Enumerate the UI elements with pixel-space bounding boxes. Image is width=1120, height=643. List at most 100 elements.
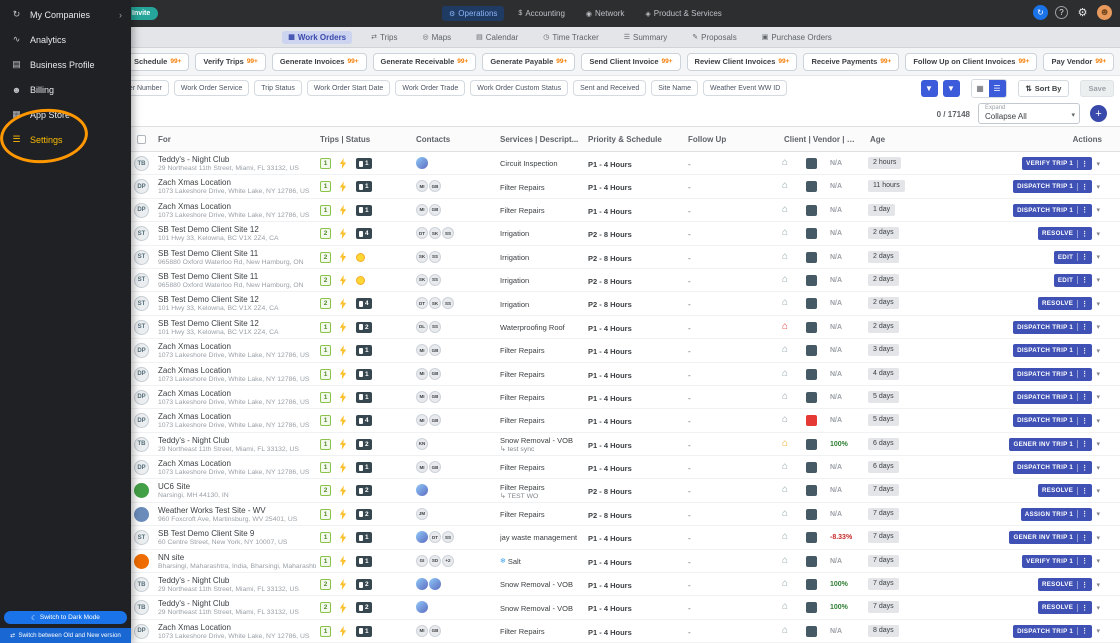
- client-icon[interactable]: ⌂: [782, 484, 788, 495]
- module-tab-time-tracker[interactable]: ◷ Time Tracker: [537, 31, 604, 44]
- client-icon[interactable]: ⌂: [782, 321, 788, 332]
- action-dropdown-caret-icon[interactable]: ▾: [1096, 253, 1100, 261]
- more-icon[interactable]: ⋮: [1077, 299, 1088, 308]
- module-tab-maps[interactable]: ◎ Maps: [416, 31, 457, 44]
- sidebar-item-billing[interactable]: ☻ Billing: [0, 77, 131, 102]
- action-dropdown-caret-icon[interactable]: ▾: [1096, 487, 1100, 495]
- sidebar-item-my-companies[interactable]: ↻ My Companies ›: [0, 2, 131, 27]
- column-header-age[interactable]: Age: [870, 135, 885, 144]
- version-switch-button[interactable]: ⇄ Switch between Old and New version: [0, 628, 131, 643]
- vendor-icon[interactable]: [806, 508, 817, 520]
- more-icon[interactable]: ⋮: [1077, 206, 1088, 215]
- more-icon[interactable]: ⋮: [1077, 533, 1088, 542]
- table-row[interactable]: TB Teddy's - Night Club 29 Northeast 11t…: [0, 432, 1120, 457]
- vendor-icon[interactable]: [806, 368, 817, 380]
- more-icon[interactable]: ⋮: [1077, 253, 1088, 262]
- action-dropdown-caret-icon[interactable]: ▾: [1096, 393, 1100, 401]
- filter-chip[interactable]: Work Order Custom Status: [470, 80, 569, 96]
- table-row[interactable]: TB Teddy's - Night Club 29 Northeast 11t…: [0, 152, 1120, 176]
- more-icon[interactable]: ⋮: [1077, 580, 1088, 589]
- select-all-checkbox[interactable]: [137, 135, 146, 144]
- action-button[interactable]: RESOLVE ⋮: [1037, 578, 1093, 592]
- site-name[interactable]: Zach Xmas Location: [158, 623, 316, 632]
- user-avatar[interactable]: ☻: [1097, 5, 1112, 20]
- more-icon[interactable]: ⋮: [1077, 393, 1088, 402]
- table-row[interactable]: TB Teddy's - Night Club 29 Northeast 11t…: [0, 596, 1120, 620]
- action-button[interactable]: ASSIGN TRIP 1 ⋮: [1020, 507, 1093, 521]
- action-dropdown-caret-icon[interactable]: ▾: [1096, 160, 1100, 168]
- action-dropdown-caret-icon[interactable]: ▾: [1096, 206, 1100, 214]
- sort-by-button[interactable]: ⇅ Sort By: [1017, 80, 1070, 97]
- client-icon[interactable]: ⌂: [782, 274, 788, 285]
- table-row[interactable]: DP Zach Xmas Location 1073 Lakeshore Dri…: [0, 619, 1120, 643]
- client-icon[interactable]: ⌂: [782, 157, 788, 168]
- filter-chip[interactable]: Work Order Start Date: [306, 80, 391, 96]
- filter-chip[interactable]: Work Order Trade: [395, 80, 466, 96]
- client-icon[interactable]: ⌂: [782, 368, 788, 379]
- table-row[interactable]: ST SB Test Demo Client Site 12 101 Hwy 3…: [0, 315, 1120, 340]
- more-icon[interactable]: ⋮: [1077, 323, 1088, 332]
- action-dropdown-caret-icon[interactable]: ▾: [1096, 276, 1100, 284]
- filter-chip[interactable]: Site Name: [651, 80, 698, 96]
- client-icon[interactable]: ⌂: [782, 204, 788, 215]
- action-dropdown-caret-icon[interactable]: ▾: [1096, 510, 1100, 518]
- column-header-follow-up[interactable]: Follow Up: [688, 135, 726, 144]
- table-row[interactable]: DP Zach Xmas Location 1073 Lakeshore Dri…: [0, 198, 1120, 223]
- action-button[interactable]: DISPATCH TRIP 1 ⋮: [1013, 414, 1093, 428]
- table-row[interactable]: Weather Works Test Site - WV 960 Foxcrof…: [0, 502, 1120, 527]
- action-dropdown-caret-icon[interactable]: ▾: [1096, 183, 1100, 191]
- action-dropdown-caret-icon[interactable]: ▾: [1096, 370, 1100, 378]
- client-icon[interactable]: ⌂: [782, 625, 788, 636]
- action-dropdown-caret-icon[interactable]: ▾: [1096, 604, 1100, 612]
- table-row[interactable]: ST SB Test Demo Client Site 12 101 Hwy 3…: [0, 292, 1120, 316]
- action-button[interactable]: GENER INV TRIP 1 ⋮: [1009, 437, 1093, 451]
- more-icon[interactable]: ⋮: [1077, 276, 1088, 285]
- site-name[interactable]: Zach Xmas Location: [158, 366, 316, 375]
- action-button[interactable]: RESOLVE ⋮: [1037, 484, 1093, 498]
- filter-chip[interactable]: Weather Event WW ID: [702, 80, 788, 96]
- action-dropdown-caret-icon[interactable]: ▾: [1096, 627, 1100, 635]
- nav-tab-operations[interactable]: ⚙ Operations: [442, 6, 505, 21]
- client-icon[interactable]: ⌂: [782, 555, 788, 566]
- action-button[interactable]: DISPATCH TRIP 1 ⋮: [1013, 320, 1093, 334]
- site-name[interactable]: SB Test Demo Client Site 9: [158, 529, 316, 538]
- module-tab-proposals[interactable]: ✎ Proposals: [686, 31, 742, 44]
- site-name[interactable]: Teddy's - Night Club: [158, 599, 316, 608]
- more-icon[interactable]: ⋮: [1077, 346, 1088, 355]
- client-icon[interactable]: ⌂: [782, 508, 788, 519]
- site-name[interactable]: UC6 Site: [158, 482, 316, 491]
- action-button[interactable]: DISPATCH TRIP 1 ⋮: [1013, 390, 1093, 404]
- more-icon[interactable]: ⋮: [1077, 603, 1088, 612]
- module-tab-purchase-orders[interactable]: ▣ Purchase Orders: [756, 31, 838, 44]
- action-button[interactable]: GENER INV TRIP 1 ⋮: [1009, 531, 1093, 545]
- vendor-icon[interactable]: [806, 462, 817, 474]
- help-icon[interactable]: ?: [1055, 6, 1068, 19]
- action-dropdown-caret-icon[interactable]: ▾: [1096, 417, 1100, 425]
- vendor-icon[interactable]: [806, 321, 817, 333]
- pipeline-stage[interactable]: Follow Up on Client Invoices 99+: [905, 52, 1038, 71]
- table-row[interactable]: ST SB Test Demo Client Site 11 965880 Ox…: [0, 268, 1120, 293]
- vendor-icon[interactable]: [806, 158, 817, 169]
- action-button[interactable]: RESOLVE ⋮: [1037, 297, 1093, 311]
- nav-tab-network[interactable]: ◉ Network: [579, 6, 631, 21]
- client-icon[interactable]: ⌂: [782, 227, 788, 238]
- vendor-icon[interactable]: [806, 602, 817, 614]
- grid-view-icon[interactable]: ▦: [971, 80, 989, 97]
- client-icon[interactable]: ⌂: [782, 344, 788, 355]
- site-name[interactable]: Zach Xmas Location: [158, 178, 316, 187]
- site-name[interactable]: Zach Xmas Location: [158, 389, 316, 398]
- filter-chip[interactable]: Sent and Received: [573, 80, 647, 96]
- sidebar-item-app-store[interactable]: ▦ App Store: [0, 102, 131, 127]
- action-button[interactable]: DISPATCH TRIP 1 ⋮: [1013, 344, 1093, 358]
- sidebar-item-business-profile[interactable]: ▤ Business Profile: [0, 52, 131, 77]
- action-button[interactable]: EDIT ⋮: [1053, 250, 1093, 264]
- vendor-icon[interactable]: [806, 415, 817, 427]
- pipeline-stage[interactable]: Send Client Invoice 99+: [581, 52, 681, 71]
- sidebar-item-settings[interactable]: ☰ Settings: [0, 127, 131, 152]
- filter-icon[interactable]: ▼: [920, 80, 938, 97]
- action-button[interactable]: VERIFY TRIP 1 ⋮: [1022, 554, 1093, 568]
- site-name[interactable]: NN site: [158, 553, 316, 562]
- site-name[interactable]: SB Test Demo Client Site 12: [158, 225, 316, 234]
- more-icon[interactable]: ⋮: [1077, 440, 1088, 449]
- vendor-icon[interactable]: [806, 298, 817, 310]
